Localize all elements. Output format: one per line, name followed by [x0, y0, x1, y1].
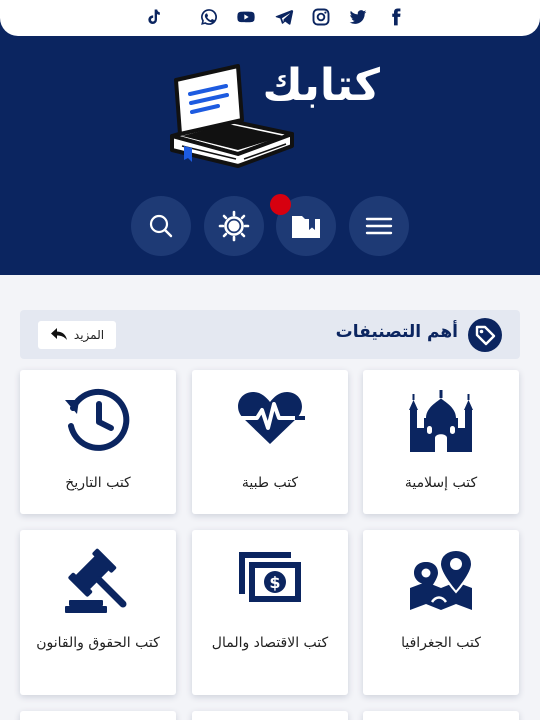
- category-card-partial[interactable]: [192, 711, 348, 720]
- youtube-icon[interactable]: [236, 7, 256, 27]
- more-button[interactable]: المزيد: [38, 321, 116, 349]
- category-label: كتب الجغرافيا: [401, 635, 481, 651]
- twitter-icon[interactable]: [348, 7, 368, 27]
- category-card-partial[interactable]: [20, 711, 176, 720]
- category-label: كتب إسلامية: [404, 475, 478, 491]
- category-card-history[interactable]: كتب التاريخ: [20, 370, 176, 514]
- heart-pulse-icon: [192, 388, 348, 458]
- site-logo[interactable]: كتابك: [168, 58, 381, 173]
- tiktok-icon[interactable]: [143, 7, 163, 27]
- logo-text: كتابك: [262, 60, 381, 111]
- category-label: كتب التاريخ: [65, 475, 131, 491]
- sun-icon: [218, 210, 250, 242]
- category-label: كتب طبية: [241, 475, 299, 491]
- svg-text:$: $: [269, 573, 280, 592]
- category-card-law[interactable]: كتب الحقوق والقانون: [20, 530, 176, 695]
- category-card-partial[interactable]: [363, 711, 519, 720]
- telegram-icon[interactable]: [274, 7, 294, 27]
- category-card-islamic[interactable]: كتب إسلامية: [363, 370, 519, 514]
- search-icon: [148, 213, 174, 239]
- reply-arrow-icon: [50, 327, 68, 344]
- whatsapp-icon[interactable]: [199, 7, 219, 27]
- more-label: المزيد: [73, 328, 105, 342]
- category-label: كتب الاقتصاد والمال: [211, 635, 329, 651]
- facebook-icon[interactable]: [386, 7, 406, 27]
- menu-icon: [365, 215, 393, 237]
- tag-icon: [468, 318, 502, 352]
- instagram-icon[interactable]: [311, 7, 331, 27]
- mosque-icon: [363, 388, 519, 458]
- category-card-geography[interactable]: كتب الجغرافيا: [363, 530, 519, 695]
- folder-book-icon: [290, 212, 322, 240]
- menu-button[interactable]: [349, 196, 409, 256]
- section-title: أهم التصنيفات: [335, 322, 458, 342]
- search-button[interactable]: [131, 196, 191, 256]
- category-card-economy[interactable]: $ كتب الاقتصاد والمال: [192, 530, 348, 695]
- theme-toggle-button[interactable]: [204, 196, 264, 256]
- gavel-icon: [20, 548, 176, 618]
- history-clock-icon: [20, 388, 176, 458]
- map-location-icon: [363, 548, 519, 618]
- category-card-medical[interactable]: كتب طبية: [192, 370, 348, 514]
- category-label: كتب الحقوق والقانون: [36, 635, 160, 651]
- notification-dot: [270, 194, 291, 215]
- categories-section-header: المزيد أهم التصنيفات: [20, 310, 520, 359]
- social-bar: [0, 0, 540, 36]
- money-bill-icon: $: [192, 548, 348, 618]
